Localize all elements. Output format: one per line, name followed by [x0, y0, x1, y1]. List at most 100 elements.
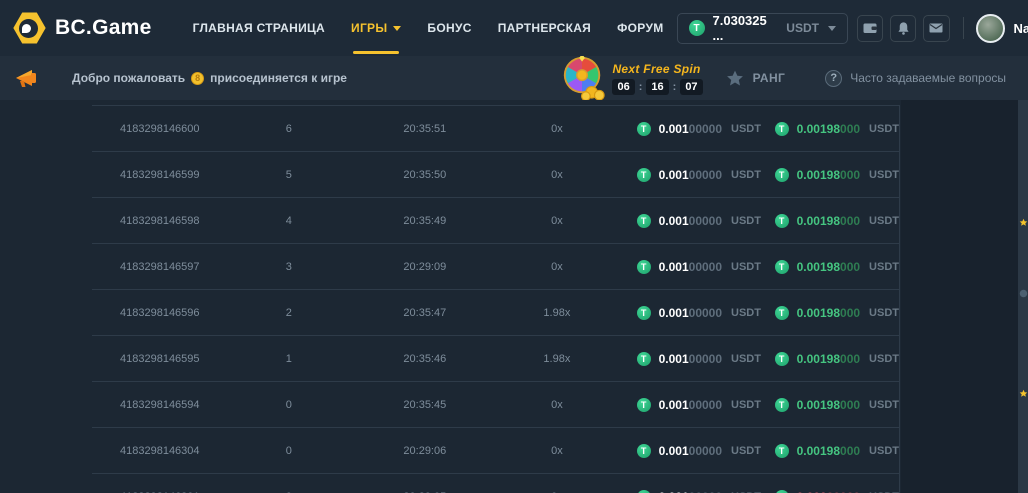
profit-amount-group: T 0.00198000 USDT [775, 306, 899, 320]
coin-icon: 8 [191, 72, 204, 85]
faq-link[interactable]: ? Часто задаваемые вопросы [825, 70, 1006, 87]
multiplier: 1.98x [519, 353, 594, 365]
tether-icon: T [689, 20, 705, 36]
megaphone-icon [14, 66, 40, 90]
balance-selector[interactable]: T 7.030325 ... USDT [677, 13, 848, 44]
bet-history-row[interactable]: 4183298146304 0 20:29:06 0x T 0.00100000… [92, 428, 899, 474]
multiplier: 0x [519, 123, 594, 135]
chat-panel-edge[interactable] [1018, 100, 1028, 493]
bet-id: 4183298146594 [92, 399, 247, 411]
avatar[interactable] [976, 14, 1005, 43]
divider [963, 17, 964, 39]
chevron-down-icon [393, 26, 401, 31]
notifications-button[interactable] [890, 15, 916, 42]
bet-history-row[interactable]: 4183298146600 6 20:35:51 0x T 0.00100000… [92, 106, 899, 152]
bet-time: 20:29:06 [331, 445, 520, 457]
bet-history-row[interactable]: 4183298146598 4 20:35:49 0x T 0.00100000… [92, 198, 899, 244]
profit-currency: USDT [869, 123, 899, 135]
bet-time: 20:35:49 [331, 215, 520, 227]
timer-seconds: 07 [680, 79, 702, 95]
announcement-message: Добро пожаловать 8 присоединяется к игре [72, 71, 347, 85]
round-number: 3 [247, 261, 330, 273]
bet-id: 4183298146596 [92, 307, 247, 319]
bet-amount: 0.00100000 [659, 398, 722, 412]
nav-item-affiliate[interactable]: ПАРТНЕРСКАЯ [498, 0, 591, 56]
multiplier: 0x [519, 445, 594, 457]
profit-currency: USDT [869, 399, 899, 411]
nav-item-home[interactable]: ГЛАВНАЯ СТРАНИЦА [193, 0, 325, 56]
announcement-suffix: присоединяется к игре [210, 71, 347, 85]
bcgame-logo[interactable]: BC.Game [13, 12, 152, 45]
username[interactable]: Nashka [1014, 21, 1028, 36]
bet-amount: 0.00100000 [659, 122, 722, 136]
profit-amount-group: T 0.00198000 USDT [775, 168, 899, 182]
profit-amount-group: T 0.00198000 USDT [775, 122, 899, 136]
bet-amount-group: T 0.00100000 USDT [637, 490, 733, 493]
bets-table: 4183298146600 6 20:35:51 0x T 0.00100000… [92, 105, 900, 493]
free-spin-wheel-icon[interactable] [560, 54, 606, 100]
free-spin-widget[interactable]: Next Free Spin 06 : 16 : 07 [612, 62, 702, 95]
bet-history-row[interactable]: 4183298146596 2 20:35:47 1.98x T 0.00100… [92, 290, 899, 336]
nav-item-forum[interactable]: ФОРУМ [617, 0, 663, 56]
envelope-icon [928, 20, 944, 36]
bet-amount: 0.00100000 [659, 260, 722, 274]
bet-id: 4183298146598 [92, 215, 247, 227]
bet-history-row[interactable]: 4183298146301 0 20:29:05 0x T 0.00100000… [92, 474, 899, 493]
bet-amount-group: T 0.00100000 USDT [637, 260, 733, 274]
bet-amount-group: T 0.00100000 USDT [637, 168, 733, 182]
profit-currency: USDT [869, 261, 899, 273]
top-navbar: BC.Game ГЛАВНАЯ СТРАНИЦА ИГРЫ БОНУС ПАРТ… [0, 0, 1028, 56]
faq-label: Часто задаваемые вопросы [850, 71, 1006, 85]
star-emoji-icon [1019, 389, 1028, 398]
round-number: 6 [247, 123, 330, 135]
multiplier: 0x [519, 215, 594, 227]
bet-id: 4183298146597 [92, 261, 247, 273]
star-icon [725, 69, 745, 88]
wallet-button[interactable] [857, 15, 883, 42]
profit-amount: 0.00198000 [797, 168, 860, 182]
profit-amount-group: T 0.00198000 USDT [775, 260, 899, 274]
bet-time: 20:29:09 [331, 261, 520, 273]
profit-amount-group: T 0.00198000 USDT [775, 352, 899, 366]
main-navigation: ГЛАВНАЯ СТРАНИЦА ИГРЫ БОНУС ПАРТНЕРСКАЯ … [180, 0, 677, 56]
multiplier: 0x [519, 169, 594, 181]
bet-amount-group: T 0.00100000 USDT [637, 398, 733, 412]
tether-icon: T [637, 444, 651, 458]
messages-button[interactable] [923, 15, 949, 42]
bet-time: 20:35:47 [331, 307, 520, 319]
balance-amount: 7.030325 ... [713, 13, 777, 43]
nav-item-bonus[interactable]: БОНУС [427, 0, 471, 56]
round-number: 5 [247, 169, 330, 181]
profit-amount: 0.00198000 [797, 260, 860, 274]
bet-id: 4183298146600 [92, 123, 247, 135]
bet-history-row[interactable]: 4183298146599 5 20:35:50 0x T 0.00100000… [92, 152, 899, 198]
bet-time: 20:35:50 [331, 169, 520, 181]
rank-label: РАНГ [753, 71, 786, 85]
logo-text: BC.Game [55, 16, 152, 40]
profit-amount-group: T 0.00000000 USDT [775, 490, 899, 493]
announcement-prefix: Добро пожаловать [72, 71, 185, 85]
profit-amount-group: T 0.00198000 USDT [775, 444, 899, 458]
tether-icon: T [775, 398, 789, 412]
profit-currency: USDT [869, 307, 899, 319]
nav-item-games[interactable]: ИГРЫ [351, 0, 401, 56]
timer-minutes: 16 [646, 79, 668, 95]
profit-amount-group: T 0.00198000 USDT [775, 214, 899, 228]
chevron-down-icon [828, 26, 836, 31]
bet-id: 4183298146595 [92, 353, 247, 365]
profit-amount: 0.00198000 [797, 306, 860, 320]
bet-history-row[interactable]: 4183298146597 3 20:29:09 0x T 0.00100000… [92, 244, 899, 290]
tether-icon: T [637, 122, 651, 136]
rank-button[interactable]: РАНГ [725, 69, 786, 88]
announcement-bar: Добро пожаловать 8 присоединяется к игре… [0, 56, 1028, 100]
bet-history-row[interactable]: 4183298146595 1 20:35:46 1.98x T 0.00100… [92, 336, 899, 382]
timer-hours: 06 [612, 79, 634, 95]
tether-icon: T [637, 398, 651, 412]
tether-icon: T [775, 214, 789, 228]
bet-time: 20:35:51 [331, 123, 520, 135]
balance-currency: USDT [786, 21, 819, 35]
bet-history-row[interactable]: 4183298146594 0 20:35:45 0x T 0.00100000… [92, 382, 899, 428]
profit-amount: 0.00000000 [797, 490, 860, 493]
free-spin-timer: 06 : 16 : 07 [612, 79, 702, 95]
bet-amount-group: T 0.00100000 USDT [637, 122, 733, 136]
